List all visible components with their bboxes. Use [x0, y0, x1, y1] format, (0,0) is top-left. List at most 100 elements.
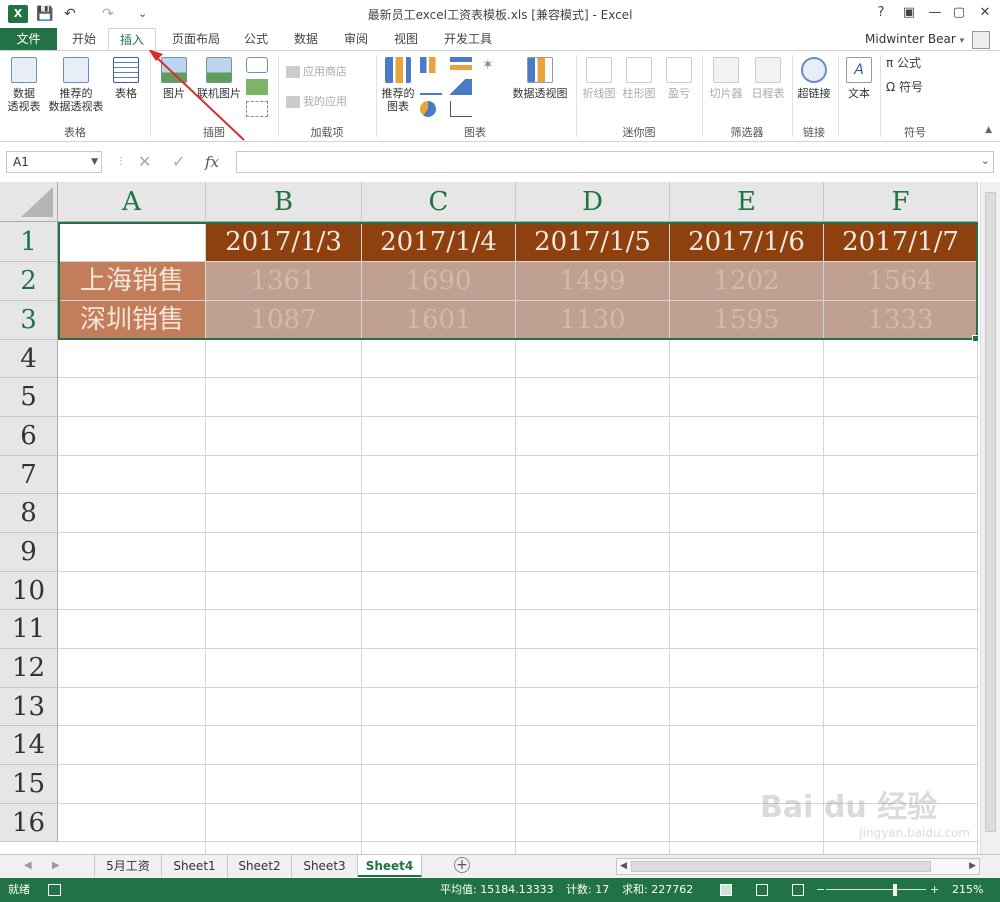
cell-a3[interactable]: 深圳销售	[59, 301, 205, 339]
help-button[interactable]: ?	[868, 2, 894, 24]
tab-home[interactable]: 开始	[62, 28, 106, 50]
screenshot-icon[interactable]	[246, 101, 268, 117]
zoom-out-button[interactable]: −	[816, 878, 825, 902]
row-header-8[interactable]: 8	[0, 494, 58, 533]
row-header-9[interactable]: 9	[0, 533, 58, 572]
status-count[interactable]: 计数: 17	[566, 878, 609, 902]
symbol-button[interactable]: Ω 符号	[886, 81, 956, 94]
column-header-b[interactable]: B	[206, 182, 362, 222]
page-layout-view-icon[interactable]	[756, 884, 768, 896]
cell-b1[interactable]: 2017/1/3	[206, 223, 361, 261]
status-sum[interactable]: 求和: 227762	[622, 878, 693, 902]
avatar[interactable]	[972, 30, 990, 49]
cell-e2[interactable]: 1202	[670, 262, 823, 300]
cell-f2[interactable]: 1564	[824, 262, 977, 300]
sheet-tab-may-salary[interactable]: 5月工资	[94, 855, 162, 877]
cell-f3[interactable]: 1333	[824, 301, 977, 339]
tab-review[interactable]: 审阅	[334, 28, 378, 50]
pie-chart-icon[interactable]	[420, 101, 436, 117]
next-sheet-icon[interactable]: ▶	[52, 857, 60, 875]
worksheet-grid[interactable]: A B C D E F 1 2 3 4 5 6 7 8 9 10 11 12 1…	[0, 182, 1000, 854]
line-chart-icon[interactable]	[420, 79, 442, 95]
add-sheet-button[interactable]: +	[454, 857, 470, 873]
status-average[interactable]: 平均值: 15184.13333	[440, 878, 554, 902]
cell-c2[interactable]: 1690	[362, 262, 515, 300]
row-header-6[interactable]: 6	[0, 417, 58, 456]
line-sparkline-button[interactable]: 折线图	[580, 57, 618, 100]
recommended-pivot-button[interactable]: 推荐的 数据透视表	[46, 57, 106, 113]
scroll-right-icon[interactable]: ▶	[969, 859, 976, 874]
cell-d3[interactable]: 1130	[516, 301, 669, 339]
tab-formulas[interactable]: 公式	[234, 28, 278, 50]
close-button[interactable]: ✕	[972, 2, 998, 24]
sheet-tab-sheet1[interactable]: Sheet1	[162, 855, 228, 877]
row-header-11[interactable]: 11	[0, 610, 58, 649]
row-header-2[interactable]: 2	[0, 262, 58, 301]
formula-input[interactable]: ⌄	[236, 151, 994, 173]
row-header-14[interactable]: 14	[0, 726, 58, 765]
cell-e3[interactable]: 1595	[670, 301, 823, 339]
chevron-down-icon[interactable]: ▼	[91, 152, 98, 172]
row-header-4[interactable]: 4	[0, 340, 58, 378]
column-header-a[interactable]: A	[58, 182, 206, 222]
zoom-in-button[interactable]: +	[930, 878, 939, 902]
pivot-table-button[interactable]: 数据 透视表	[4, 57, 44, 113]
row-header-1[interactable]: 1	[0, 222, 58, 262]
hyperlink-button[interactable]: 超链接	[794, 57, 834, 100]
name-box[interactable]: A1 ▼	[6, 151, 102, 173]
tab-file[interactable]: 文件	[0, 28, 57, 50]
shapes-icon[interactable]	[246, 57, 268, 73]
row-header-7[interactable]: 7	[0, 456, 58, 494]
table-button[interactable]: 表格	[108, 57, 144, 100]
minimize-button[interactable]: —	[922, 2, 948, 24]
tab-view[interactable]: 视图	[384, 28, 428, 50]
insert-function-icon[interactable]: fx	[205, 151, 219, 173]
tab-data[interactable]: 数据	[284, 28, 328, 50]
cell-b3[interactable]: 1087	[206, 301, 361, 339]
sheet-tab-sheet2[interactable]: Sheet2	[228, 855, 292, 877]
cell-f1[interactable]: 2017/1/7	[824, 223, 977, 261]
prev-sheet-icon[interactable]: ◀	[24, 857, 32, 875]
normal-view-icon[interactable]	[720, 884, 732, 896]
column-chart-icon[interactable]	[420, 57, 442, 73]
cell-b2[interactable]: 1361	[206, 262, 361, 300]
other-charts-icon[interactable]: ✶	[482, 57, 502, 73]
sheet-tab-sheet4[interactable]: Sheet4	[358, 855, 422, 877]
horizontal-scrollbar[interactable]: ◀ ▶	[616, 858, 980, 875]
column-header-c[interactable]: C	[362, 182, 516, 222]
column-header-d[interactable]: D	[516, 182, 670, 222]
column-sparkline-button[interactable]: 柱形图	[620, 57, 658, 100]
column-header-e[interactable]: E	[670, 182, 824, 222]
scatter-chart-icon[interactable]	[450, 101, 472, 117]
collapse-ribbon-icon[interactable]: ▲	[985, 125, 992, 135]
row-header-10[interactable]: 10	[0, 572, 58, 610]
pivot-chart-button[interactable]: 数据透视图	[510, 57, 570, 100]
row-header-13[interactable]: 13	[0, 688, 58, 726]
winloss-sparkline-button[interactable]: 盈亏	[660, 57, 698, 100]
slicer-button[interactable]: 切片器	[706, 57, 746, 100]
scroll-left-icon[interactable]: ◀	[620, 859, 627, 874]
scrollbar-thumb[interactable]	[631, 861, 931, 872]
tab-insert[interactable]: 插入	[108, 28, 156, 50]
vertical-scrollbar[interactable]	[980, 182, 1000, 854]
column-header-f[interactable]: F	[824, 182, 978, 222]
cell-d1[interactable]: 2017/1/5	[516, 223, 669, 261]
app-store-button[interactable]: 应用商店	[286, 65, 366, 78]
timeline-button[interactable]: 日程表	[748, 57, 788, 100]
zoom-level[interactable]: 215%	[952, 878, 983, 902]
macro-record-icon[interactable]	[48, 884, 61, 896]
cell-c1[interactable]: 2017/1/4	[362, 223, 515, 261]
enter-icon[interactable]: ✓	[172, 151, 185, 173]
user-account[interactable]: Midwinter Bear ▾	[865, 29, 990, 51]
cell-e1[interactable]: 2017/1/6	[670, 223, 823, 261]
select-all-button[interactable]	[0, 182, 58, 222]
my-apps-button[interactable]: 我的应用	[286, 95, 372, 108]
equation-button[interactable]: π 公式	[886, 57, 956, 70]
zoom-slider[interactable]	[826, 889, 926, 890]
restore-button[interactable]: ▢	[946, 2, 972, 24]
tab-developer[interactable]: 开发工具	[436, 28, 500, 50]
row-header-3[interactable]: 3	[0, 301, 58, 340]
cell-a2[interactable]: 上海销售	[59, 262, 205, 300]
scrollbar-thumb[interactable]	[985, 192, 996, 832]
text-button[interactable]: A 文本	[842, 57, 876, 100]
